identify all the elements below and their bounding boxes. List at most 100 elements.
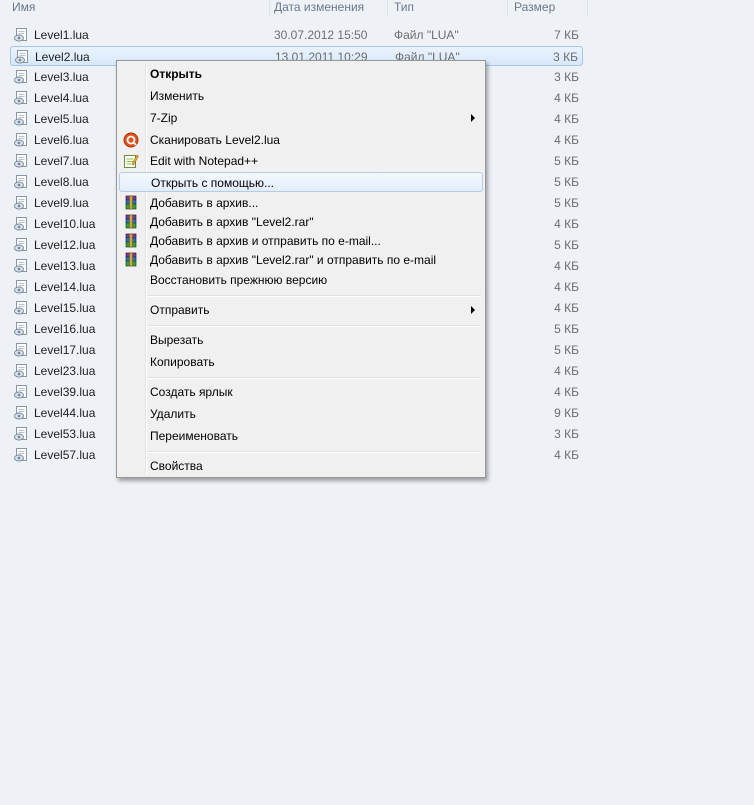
lua-file-icon <box>15 50 30 64</box>
menu-item-label: Свойства <box>150 459 203 473</box>
lua-file-icon <box>14 28 29 42</box>
lua-file-icon <box>14 364 29 378</box>
lua-file-icon <box>14 280 29 294</box>
menu-item-label: Изменить <box>150 89 205 103</box>
file-name: Level7.lua <box>34 154 89 168</box>
file-name: Level13.lua <box>34 259 96 273</box>
menu-separator <box>147 295 481 297</box>
file-name: Level4.lua <box>34 91 89 105</box>
menu-separator <box>147 325 481 327</box>
menu-item-label: Добавить в архив... <box>150 196 259 210</box>
menu-item-edit[interactable]: Изменить <box>119 86 483 106</box>
menu-item-rename[interactable]: Переименовать <box>119 426 483 446</box>
menu-item-create-shortcut[interactable]: Создать ярлык <box>119 382 483 402</box>
lua-file-icon <box>14 70 29 84</box>
file-size: 7 КБ <box>554 28 579 42</box>
lua-file-icon <box>14 112 29 126</box>
menu-item-scan[interactable]: Сканировать Level2.lua <box>119 130 483 150</box>
file-row[interactable]: Level1.lua 30.07.2012 15:50 Файл "LUA" 7 КБ <box>10 25 583 45</box>
lua-file-icon <box>14 343 29 357</box>
lua-file-icon <box>14 427 29 441</box>
menu-item-copy[interactable]: Копировать <box>119 352 483 372</box>
column-header-type[interactable]: Тип <box>394 0 508 17</box>
file-name: Level57.lua <box>34 448 96 462</box>
file-size: 4 КБ <box>554 280 579 294</box>
file-name: Level3.lua <box>34 70 89 84</box>
file-name: Level53.lua <box>34 427 96 441</box>
file-name: Level2.lua <box>35 50 90 64</box>
menu-separator <box>147 377 481 379</box>
file-size: 5 КБ <box>554 238 579 252</box>
file-name: Level5.lua <box>34 112 89 126</box>
lua-file-icon <box>14 301 29 315</box>
menu-item-label: Восстановить прежнюю версию <box>150 273 328 287</box>
file-size: 4 КБ <box>554 133 579 147</box>
lua-file-icon <box>14 385 29 399</box>
lua-file-icon <box>14 217 29 231</box>
menu-item-open[interactable]: Открыть <box>119 64 483 84</box>
file-size: 3 КБ <box>554 70 579 84</box>
file-name: Level10.lua <box>34 217 96 231</box>
file-name: Level15.lua <box>34 301 96 315</box>
lua-file-icon <box>14 133 29 147</box>
antivirus-scan-icon <box>123 132 139 148</box>
lua-file-icon <box>14 259 29 273</box>
menu-item-label: Добавить в архив и отправить по e-mail..… <box>150 234 381 248</box>
menu-item-label: Создать ярлык <box>150 385 233 399</box>
lua-file-icon <box>14 196 29 210</box>
menu-item-label: Открыть с помощью... <box>151 176 275 190</box>
menu-item-add-rar-email[interactable]: Добавить в архив "Level2.rar" и отправит… <box>119 250 483 270</box>
menu-item-send-to[interactable]: Отправить <box>119 300 483 320</box>
file-explorer: Имя Дата изменения Тип Размер Level1.lua… <box>0 0 754 805</box>
column-header-name[interactable]: Имя <box>12 0 270 17</box>
column-header-date[interactable]: Дата изменения <box>274 0 388 17</box>
menu-item-label: Отправить <box>150 303 210 317</box>
menu-item-label: Сканировать Level2.lua <box>150 133 280 147</box>
file-size: 5 КБ <box>554 322 579 336</box>
menu-item-label: Копировать <box>150 355 215 369</box>
file-name: Level14.lua <box>34 280 96 294</box>
file-type: Файл "LUA" <box>394 28 459 42</box>
file-size: 3 КБ <box>553 50 578 64</box>
file-name: Level44.lua <box>34 406 96 420</box>
file-name: Level9.lua <box>34 196 89 210</box>
menu-item-7zip[interactable]: 7-Zip <box>119 108 483 128</box>
menu-item-restore[interactable]: Восстановить прежнюю версию <box>119 270 483 290</box>
menu-item-label: Вырезать <box>150 333 204 347</box>
file-size: 4 КБ <box>554 112 579 126</box>
file-size: 5 КБ <box>554 154 579 168</box>
menu-item-add-email[interactable]: Добавить в архив и отправить по e-mail..… <box>119 231 483 251</box>
file-size: 3 КБ <box>554 427 579 441</box>
file-size: 4 КБ <box>554 385 579 399</box>
file-name: Level12.lua <box>34 238 96 252</box>
submenu-arrow-icon <box>471 306 475 314</box>
file-date: 30.07.2012 15:50 <box>274 28 368 42</box>
column-header-size[interactable]: Размер <box>514 0 588 17</box>
file-size: 4 КБ <box>554 91 579 105</box>
menu-item-cut[interactable]: Вырезать <box>119 330 483 350</box>
file-name: Level23.lua <box>34 364 96 378</box>
winrar-archive-icon <box>123 214 139 230</box>
menu-item-add-archive[interactable]: Добавить в архив... <box>119 193 483 213</box>
menu-item-properties[interactable]: Свойства <box>119 456 483 476</box>
lua-file-icon <box>14 175 29 189</box>
menu-item-open-with[interactable]: Открыть с помощью... <box>119 172 483 192</box>
file-name: Level17.lua <box>34 343 96 357</box>
file-size: 5 КБ <box>554 175 579 189</box>
file-name: Level8.lua <box>34 175 89 189</box>
notepad-plus-plus-icon <box>123 153 139 169</box>
file-size: 4 КБ <box>554 364 579 378</box>
menu-item-label: 7-Zip <box>150 111 178 125</box>
lua-file-icon <box>14 154 29 168</box>
file-size: 5 КБ <box>554 343 579 357</box>
lua-file-icon <box>14 322 29 336</box>
winrar-archive-icon <box>123 195 139 211</box>
menu-item-notepad[interactable]: Edit with Notepad++ <box>119 151 483 171</box>
file-size: 4 КБ <box>554 217 579 231</box>
menu-item-delete[interactable]: Удалить <box>119 404 483 424</box>
menu-separator <box>147 451 481 453</box>
lua-file-icon <box>14 406 29 420</box>
file-size: 4 КБ <box>554 448 579 462</box>
menu-item-add-rar[interactable]: Добавить в архив "Level2.rar" <box>119 212 483 232</box>
winrar-archive-icon <box>123 233 139 249</box>
